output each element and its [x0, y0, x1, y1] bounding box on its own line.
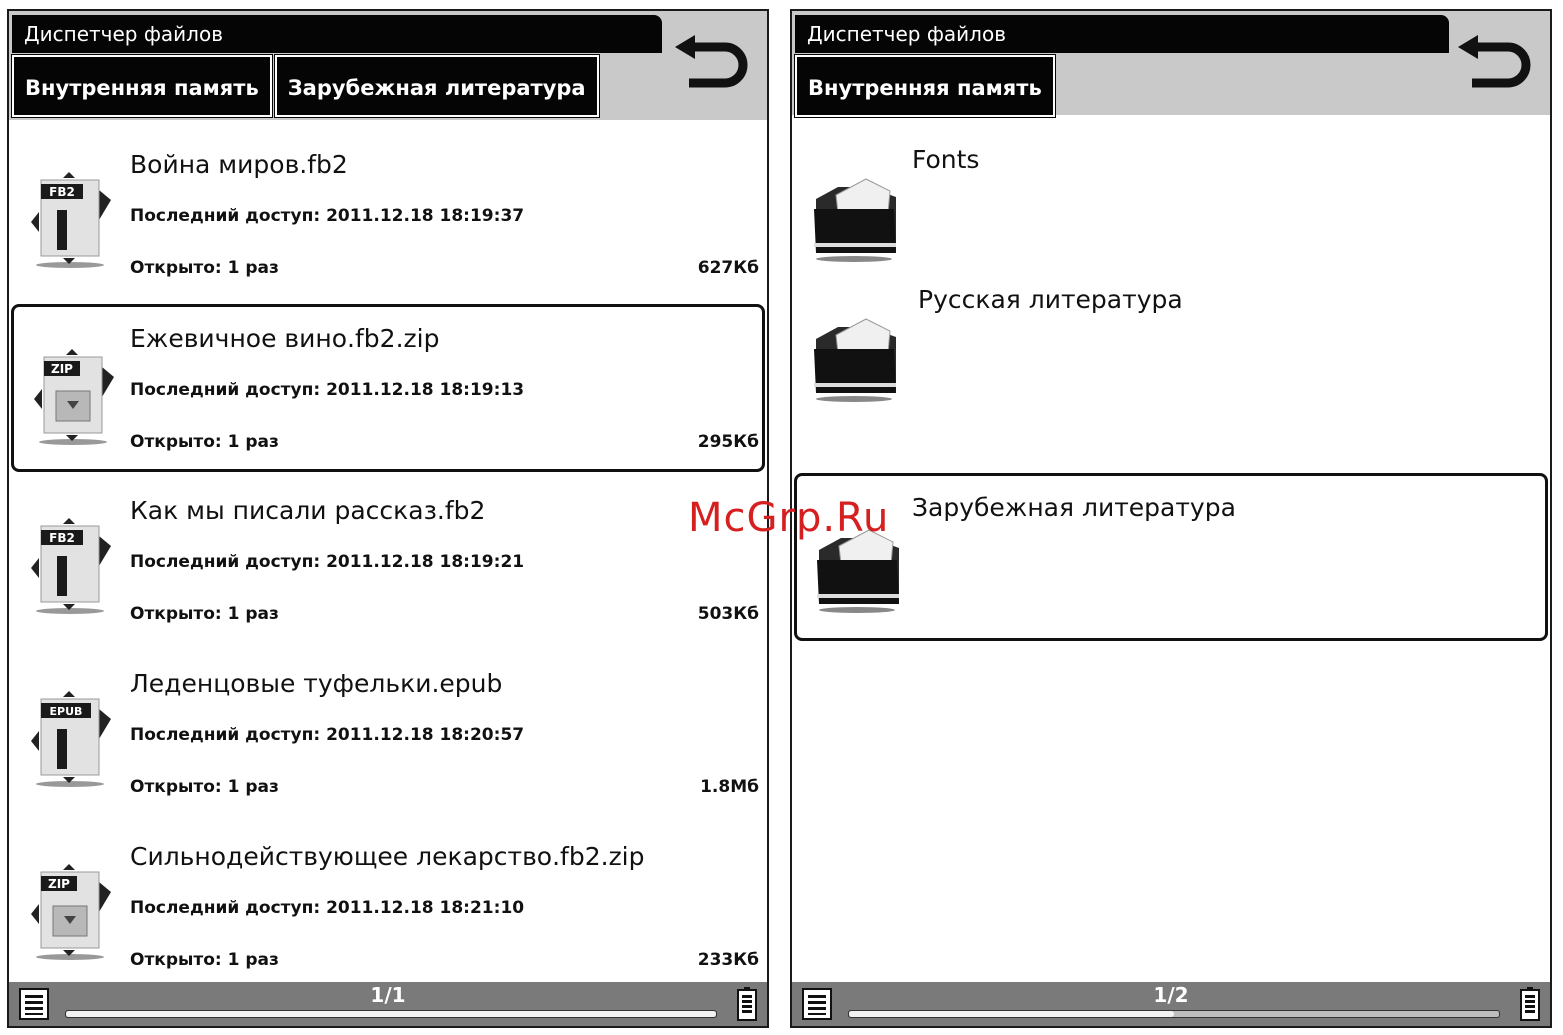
file-open-count: Открыто: 1 раз	[130, 777, 279, 797]
file-item[interactable]: FB2 Война миров.fb2 Последний доступ: 20…	[11, 130, 765, 298]
svg-text:FB2: FB2	[49, 531, 75, 545]
zip-file-icon: ZIP	[31, 864, 111, 960]
file-open-count: Открыто: 1 раз	[130, 432, 279, 452]
folder-name: Fonts	[912, 145, 980, 174]
folder-name: Русская литература	[918, 285, 1183, 314]
watermark: McGrp.Ru	[688, 495, 890, 541]
file-name: Леденцовые туфельки.epub	[130, 669, 503, 698]
file-open-count: Открыто: 1 раз	[130, 950, 279, 970]
file-manager-screen-left: Диспетчер файлов Внутренняя память Заруб…	[7, 9, 769, 1028]
file-list: FB2 Война миров.fb2 Последний доступ: 20…	[9, 120, 767, 982]
file-size: 503Кб	[697, 604, 759, 624]
file-last-access: Последний доступ: 2011.12.18 18:19:37	[130, 206, 525, 226]
status-bar: 1/1	[9, 982, 767, 1026]
breadcrumb-internal-memory[interactable]: Внутренняя память	[794, 54, 1056, 118]
file-size: 1.8Мб	[700, 777, 759, 797]
page-progress-fill	[849, 1011, 1174, 1017]
file-item-selected[interactable]: ZIP Ежевичное вино.fb2.zip Последний дос…	[11, 304, 765, 472]
file-size: 233Кб	[697, 950, 759, 970]
back-button[interactable]	[673, 21, 753, 101]
svg-text:ZIP: ZIP	[51, 362, 73, 376]
file-last-access: Последний доступ: 2011.12.18 18:19:13	[130, 380, 525, 400]
page-indicator: 1/2	[1153, 983, 1189, 1007]
battery-icon	[1520, 987, 1540, 1021]
breadcrumb-foreign-literature[interactable]: Зарубежная литература	[273, 54, 600, 118]
file-name: Как мы писали рассказ.fb2	[130, 496, 486, 525]
back-arrow-icon	[675, 35, 748, 88]
svg-text:FB2: FB2	[49, 185, 75, 199]
page-progress-fill	[66, 1011, 716, 1017]
window-title: Диспетчер файлов	[795, 15, 1449, 53]
zip-file-icon: ZIP	[34, 349, 114, 445]
fb2-file-icon: FB2	[31, 518, 111, 614]
breadcrumb-internal-memory[interactable]: Внутренняя память	[11, 54, 273, 118]
fb2-file-icon: FB2	[31, 172, 111, 268]
file-name: Сильнодействующее лекарство.fb2.zip	[130, 842, 645, 871]
file-item[interactable]: EPUB Леденцовые туфельки.epub Последний …	[11, 649, 765, 817]
file-last-access: Последний доступ: 2011.12.18 18:19:21	[130, 552, 525, 572]
file-item[interactable]: FB2 Как мы писали рассказ.fb2 Последний …	[11, 476, 765, 644]
file-last-access: Последний доступ: 2011.12.18 18:20:57	[130, 725, 525, 745]
back-arrow-icon	[1458, 35, 1531, 88]
file-open-count: Открыто: 1 раз	[130, 258, 279, 278]
file-manager-screen-right: Диспетчер файлов Внутренняя память Fonts	[790, 9, 1552, 1028]
file-last-access: Последний доступ: 2011.12.18 18:21:10	[130, 898, 525, 918]
battery-icon	[737, 987, 757, 1021]
file-open-count: Открыто: 1 раз	[130, 604, 279, 624]
folder-name: Зарубежная литература	[912, 493, 1236, 522]
file-size: 627Кб	[697, 258, 759, 278]
epub-file-icon: EPUB	[31, 691, 111, 787]
status-bar: 1/2	[792, 982, 1550, 1026]
folder-item-selected[interactable]: Зарубежная литература	[794, 473, 1548, 641]
page-progress-bar[interactable]	[65, 1010, 717, 1018]
file-item[interactable]: ZIP Сильнодействующее лекарство.fb2.zip …	[11, 822, 765, 990]
folder-icon	[814, 178, 896, 262]
file-size: 295Кб	[697, 432, 759, 452]
page-indicator: 1/1	[370, 983, 406, 1007]
breadcrumb: Внутренняя память Зарубежная литература	[11, 54, 600, 118]
folder-list: Fonts Русская литература Зарубежная лите…	[792, 115, 1550, 982]
page-progress-bar[interactable]	[848, 1010, 1500, 1018]
back-button[interactable]	[1456, 21, 1536, 101]
svg-text:ZIP: ZIP	[48, 877, 70, 891]
folder-icon	[814, 318, 896, 402]
svg-text:EPUB: EPUB	[50, 705, 83, 718]
window-title: Диспетчер файлов	[12, 15, 662, 53]
header: Диспетчер файлов Внутренняя память Заруб…	[9, 11, 767, 120]
header: Диспетчер файлов Внутренняя память	[792, 11, 1550, 118]
file-name: Ежевичное вино.fb2.zip	[130, 324, 440, 353]
folder-item[interactable]: Русская литература	[794, 265, 1548, 433]
file-name: Война миров.fb2	[130, 150, 348, 179]
breadcrumb: Внутренняя память	[794, 54, 1056, 118]
